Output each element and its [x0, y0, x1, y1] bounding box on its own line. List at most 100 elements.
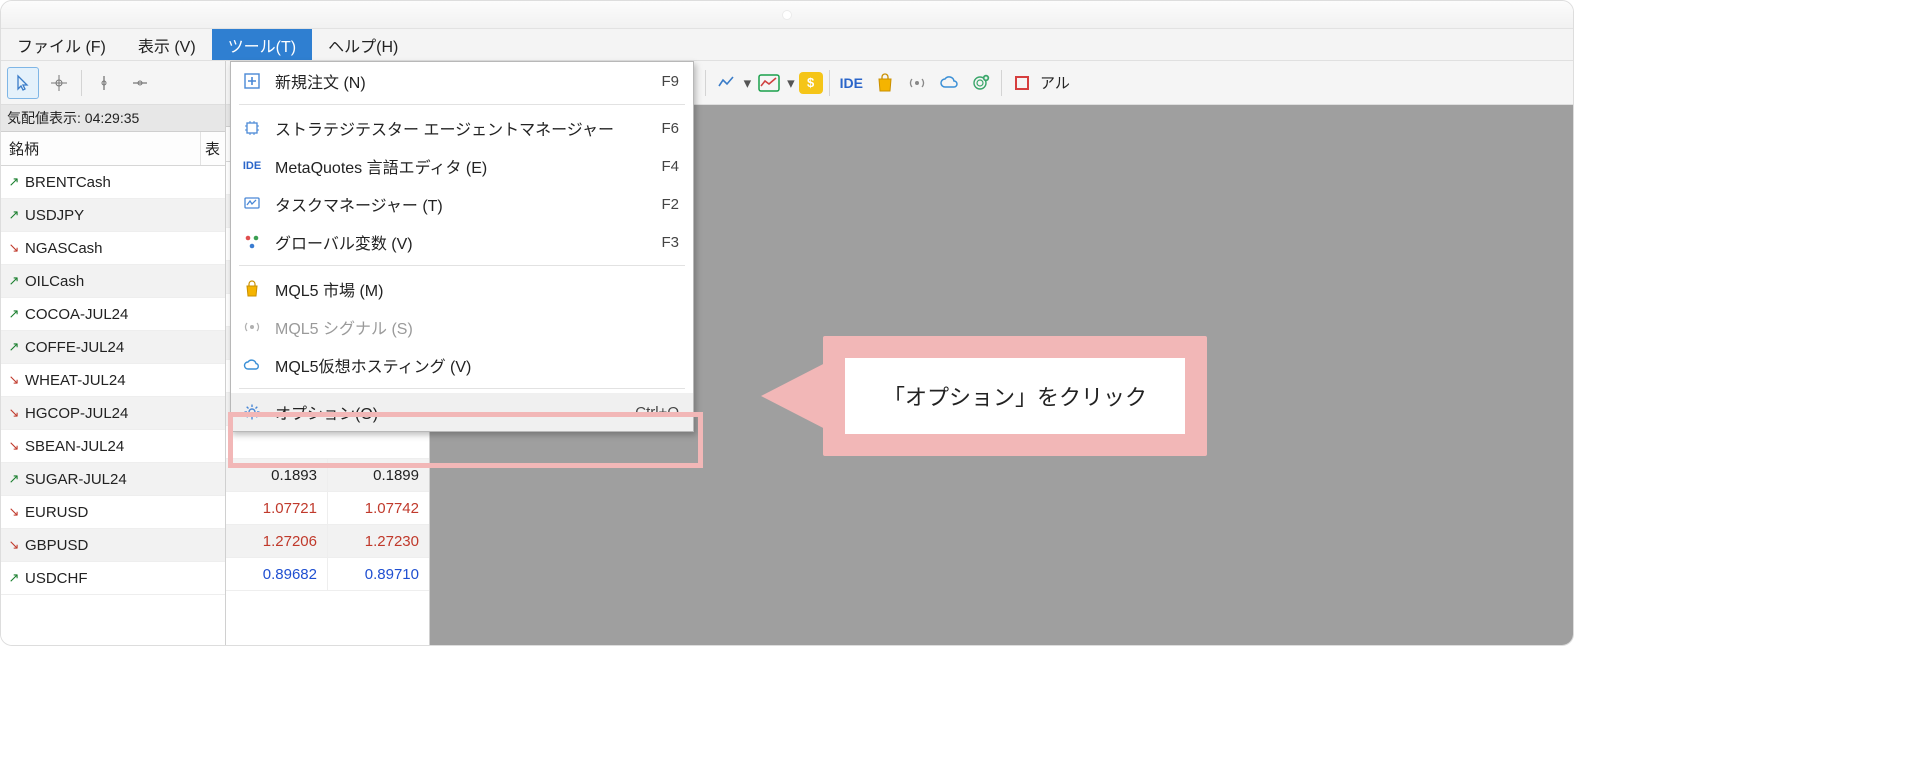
signals-button[interactable] — [903, 69, 931, 97]
market-watch-row[interactable]: ↘HGCOP-JUL24 — [1, 397, 225, 430]
algo-trading-button[interactable] — [1008, 69, 1036, 97]
arrow-up-icon: ↗ — [5, 339, 23, 355]
market-watch-row[interactable]: ↘WHEAT-JUL24 — [1, 364, 225, 397]
line-chart-button[interactable] — [712, 69, 740, 97]
crosshair-icon — [50, 74, 68, 92]
nodes-icon — [241, 231, 263, 253]
menu-mql5-market[interactable]: MQL5 市場 (M) — [231, 270, 693, 308]
bid-price: 1.27206 — [226, 525, 328, 557]
ide-button[interactable]: IDE — [836, 75, 867, 91]
toolbar-separator — [1001, 70, 1002, 96]
left-panel: 気配値表示: 04:29:35 銘柄 表 ↗BRENTCash↗USDJPY↘N… — [1, 61, 226, 645]
menubar: ファイル (F) 表示 (V) ツール(T) ヘルプ(H) — [1, 29, 1573, 61]
menu-mql5-vps[interactable]: MQL5仮想ホスティング (V) — [231, 346, 693, 384]
callout-text: 「オプション」をクリック — [823, 336, 1207, 456]
arrow-up-icon: ↗ — [5, 207, 23, 223]
menu-help[interactable]: ヘルプ(H) — [312, 29, 414, 60]
market-watch-row[interactable]: ↗OILCash — [1, 265, 225, 298]
hline-tool-button[interactable] — [124, 67, 156, 99]
arrow-down-icon: ↘ — [5, 372, 23, 388]
symbol-name: OILCash — [23, 273, 225, 290]
ide-text-icon: IDE — [241, 155, 263, 177]
arrow-up-icon: ↗ — [5, 306, 23, 322]
market-watch-columns: 銘柄 表 — [1, 132, 225, 166]
ask-price: 1.27230 — [328, 525, 429, 557]
cloud-icon — [939, 73, 959, 93]
market-watch-list: ↗BRENTCash↗USDJPY↘NGASCash↗OILCash↗COCOA… — [1, 166, 225, 595]
symbol-name: COCOA-JUL24 — [23, 306, 225, 323]
chart-window-button[interactable] — [755, 69, 783, 97]
one-click-trading-button[interactable]: $ — [799, 72, 823, 94]
arrow-up-icon: ↗ — [5, 471, 23, 487]
algo-trading-label: アル — [1040, 72, 1070, 93]
menu-file[interactable]: ファイル (F) — [1, 29, 122, 60]
market-watch-row[interactable]: ↗USDCHF — [1, 562, 225, 595]
arrow-up-icon: ↗ — [5, 273, 23, 289]
column-other[interactable]: 表 — [201, 132, 225, 165]
vps-button[interactable] — [935, 69, 963, 97]
price-row[interactable]: 0.896820.89710 — [226, 558, 429, 591]
menu-tools[interactable]: ツール(T) — [212, 29, 312, 60]
market-watch-row[interactable]: ↗BRENTCash — [1, 166, 225, 199]
symbol-name: WHEAT-JUL24 — [23, 372, 225, 389]
toolbar-separator — [829, 70, 830, 96]
symbol-name: USDJPY — [23, 207, 225, 224]
arrow-up-icon: ↗ — [5, 570, 23, 586]
cursor-tool-button[interactable] — [7, 67, 39, 99]
chart-window-icon — [758, 74, 780, 92]
menu-strategy-tester[interactable]: ストラテジテスター エージェントマネージャー F6 — [231, 109, 693, 147]
menu-item-label: MQL5 市場 (M) — [275, 277, 679, 301]
menu-item-label: MQL5仮想ホスティング (V) — [275, 353, 679, 377]
market-watch-row[interactable]: ↘NGASCash — [1, 232, 225, 265]
menu-separator — [239, 104, 685, 105]
market-watch-row[interactable]: ↗USDJPY — [1, 199, 225, 232]
menu-item-label: 新規注文 (N) — [275, 69, 649, 93]
menu-item-shortcut: F2 — [661, 196, 679, 213]
price-row[interactable]: 0.18930.1899 — [226, 459, 429, 492]
menu-task-manager[interactable]: タスクマネージャー (T) F2 — [231, 185, 693, 223]
symbol-name: SBEAN-JUL24 — [23, 438, 225, 455]
gear-icon — [241, 401, 263, 423]
market-bag-button[interactable] — [871, 69, 899, 97]
market-watch-row[interactable]: ↗COCOA-JUL24 — [1, 298, 225, 331]
column-symbol[interactable]: 銘柄 — [1, 132, 201, 165]
new-order-icon — [241, 70, 263, 92]
market-watch-row[interactable]: ↘GBPUSD — [1, 529, 225, 562]
market-watch-row[interactable]: ↗COFFE-JUL24 — [1, 331, 225, 364]
arrow-down-icon: ↘ — [5, 504, 23, 520]
crosshair-tool-button[interactable] — [43, 67, 75, 99]
tutorial-callout: 「オプション」をクリック — [823, 336, 1207, 456]
menu-item-label: グローバル変数 (V) — [275, 230, 649, 254]
symbol-name: HGCOP-JUL24 — [23, 405, 225, 422]
menu-global-variables[interactable]: グローバル変数 (V) F3 — [231, 223, 693, 261]
menu-item-shortcut: Ctrl+O — [635, 404, 679, 421]
horizontal-line-icon — [131, 74, 149, 92]
menu-mql5-signals: MQL5 シグナル (S) — [231, 308, 693, 346]
menu-view[interactable]: 表示 (V) — [122, 29, 212, 60]
menu-item-shortcut: F6 — [661, 120, 679, 137]
menu-metaeditor[interactable]: IDE MetaQuotes 言語エディタ (E) F4 — [231, 147, 693, 185]
menu-item-label: タスクマネージャー (T) — [275, 192, 649, 216]
ask-price: 0.1899 — [328, 459, 429, 491]
menu-options[interactable]: オプション(O) Ctrl+O — [231, 393, 693, 431]
menu-item-label: ストラテジテスター エージェントマネージャー — [275, 116, 649, 140]
menu-item-label: MQL5 シグナル (S) — [275, 315, 679, 339]
menu-item-label: オプション(O) — [275, 400, 623, 424]
ask-price: 1.07742 — [328, 492, 429, 524]
toolbar-separator — [705, 70, 706, 96]
menu-new-order[interactable]: 新規注文 (N) F9 — [231, 62, 693, 100]
toolbar-separator — [81, 70, 82, 96]
market-watch-row[interactable]: ↘EURUSD — [1, 496, 225, 529]
market-watch-row[interactable]: ↘SBEAN-JUL24 — [1, 430, 225, 463]
ask-price: 0.89710 — [328, 558, 429, 590]
price-row[interactable]: 1.077211.07742 — [226, 492, 429, 525]
symbol-name: GBPUSD — [23, 537, 225, 554]
symbol-name: SUGAR-JUL24 — [23, 471, 225, 488]
vline-tool-button[interactable] — [88, 67, 120, 99]
refresh-button[interactable] — [967, 69, 995, 97]
tools-dropdown: 新規注文 (N) F9 ストラテジテスター エージェントマネージャー F6 ID… — [230, 61, 694, 432]
arrow-down-icon: ↘ — [5, 405, 23, 421]
market-watch-row[interactable]: ↗SUGAR-JUL24 — [1, 463, 225, 496]
bid-price: 1.07721 — [226, 492, 328, 524]
price-row[interactable]: 1.272061.27230 — [226, 525, 429, 558]
